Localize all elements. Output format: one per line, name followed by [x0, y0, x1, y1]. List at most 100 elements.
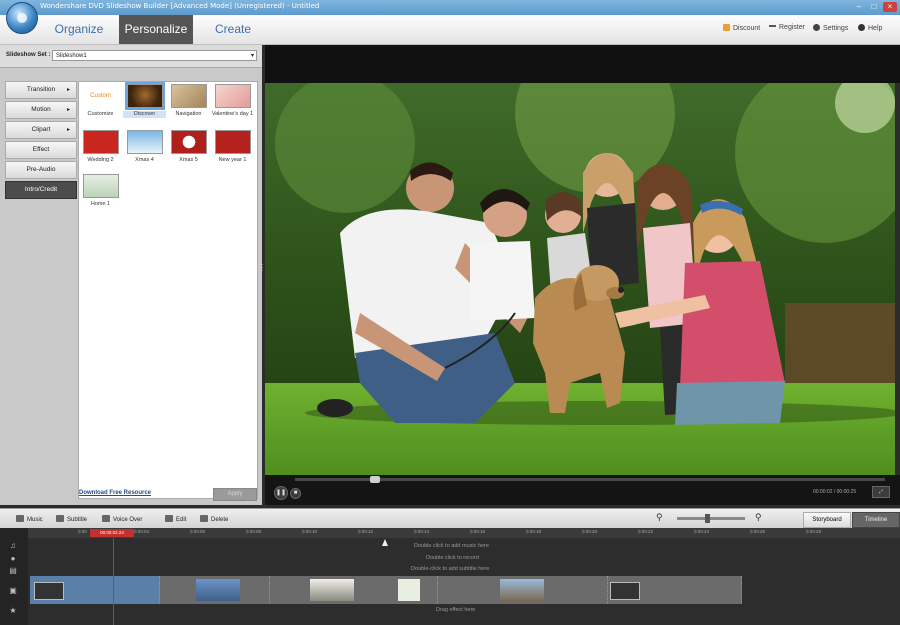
ruler-tick: 0:00:08 [246, 529, 262, 534]
template-wedding-2[interactable]: Wedding 2 [79, 130, 122, 164]
delete-label: Delete [211, 517, 229, 523]
track-gutter: ♫ ● ▤ ▣ ★ [0, 528, 29, 625]
timeline-view-button[interactable]: Timeline [852, 512, 900, 528]
voice-over-button[interactable]: Voice Over [102, 515, 142, 523]
minimize-button[interactable]: – [852, 2, 866, 12]
category-effect[interactable]: Effect [5, 141, 77, 159]
template-customize-image: Custom [90, 93, 111, 99]
category-label: Transition [26, 86, 56, 93]
zoom-out-icon[interactable]: ⚲ [656, 512, 663, 523]
chevron-right-icon: ▸ [66, 87, 70, 93]
category-transition[interactable]: Transition ▸ [5, 81, 77, 99]
category-motion[interactable]: Motion ▸ [5, 101, 77, 119]
template-image [124, 82, 165, 110]
record-track-icon: ● [10, 554, 16, 563]
fullscreen-button[interactable]: ⤢ [872, 486, 890, 498]
category-clipart[interactable]: Clipart ▸ [5, 121, 77, 139]
help-link[interactable]: Help [858, 24, 882, 32]
photo-clip[interactable] [270, 576, 438, 604]
template-customize[interactable]: Custom Customize [79, 84, 122, 118]
category-label: Intro/Credit [24, 186, 58, 193]
pencil-icon [165, 515, 173, 522]
play-button[interactable]: ❚❚ [274, 486, 288, 500]
tab-organize[interactable]: Organize [42, 15, 116, 44]
discount-link[interactable]: Discount [723, 24, 760, 32]
gear-icon [813, 24, 820, 31]
register-link[interactable]: Register [769, 24, 805, 31]
ruler-tick: 0:00:18 [526, 529, 542, 534]
template-navigation[interactable]: Navigation [167, 84, 210, 118]
ruler-tick: 0:00:10 [302, 529, 318, 534]
photo-clip[interactable] [438, 576, 608, 604]
music-track-icon: ♫ [10, 541, 16, 550]
template-xmas-5[interactable]: Xmas 5 [167, 130, 210, 164]
close-button[interactable]: × [883, 2, 897, 12]
app-window: Wondershare DVD Slideshow Builder [Advan… [0, 0, 900, 625]
effect-track-hint[interactable]: Drag effect here [436, 607, 475, 613]
stop-button[interactable]: ■ [290, 488, 301, 499]
record-track-hint[interactable]: Double click to record [426, 555, 479, 561]
photo-clip[interactable] [160, 576, 270, 604]
category-intro-credit[interactable]: Intro/Credit [5, 181, 77, 199]
subtitle-track-hint[interactable]: Double-click to add subtitle here [411, 566, 489, 572]
ruler-tick: 0:00:04 [134, 529, 150, 534]
video-preview [265, 83, 895, 475]
tab-create[interactable]: Create [196, 15, 270, 44]
music-track-hint[interactable]: Double click to add music here [414, 543, 489, 549]
subtitle-label: Subtitle [67, 517, 88, 523]
playhead-line[interactable] [113, 538, 114, 625]
category-pre-audio[interactable]: Pre-Audio [5, 161, 77, 179]
template-valentines-day-1[interactable]: Valentine's day 1 [211, 84, 254, 118]
ruler-tick: 0:00:26 [750, 529, 766, 534]
preview-timecode: 00:00:02 / 00:00:25 [813, 489, 857, 495]
subtitle-button[interactable]: Subtitle [56, 515, 87, 523]
edit-button[interactable]: Edit [165, 515, 186, 523]
ruler-tick: 0:00:22 [638, 529, 654, 534]
subtitle-icon [56, 515, 64, 522]
chevron-right-icon: ▸ [66, 107, 70, 113]
help-icon [858, 24, 865, 31]
download-resource-link[interactable]: Download Free Resource [79, 490, 151, 496]
seek-knob[interactable] [370, 476, 381, 483]
subtitle-track-icon: ▤ [9, 566, 17, 575]
music-button[interactable]: Music [16, 515, 43, 523]
edit-label: Edit [176, 517, 187, 523]
intro-clip[interactable] [30, 576, 160, 604]
settings-link[interactable]: Settings [813, 24, 848, 32]
ruler-tick: 0:00:06 [190, 529, 206, 534]
timeline-ruler[interactable]: 0:00 0:00:04 0:00:06 0:00:08 0:00:10 0:0… [28, 528, 900, 538]
settings-label: Settings [823, 25, 849, 32]
template-new-year-1[interactable]: New year 1 [211, 130, 254, 164]
template-xmas-4[interactable]: Xmas 4 [123, 130, 166, 164]
template-image [82, 130, 119, 154]
template-home-1[interactable]: Home 1 [79, 174, 122, 208]
credit-clip[interactable] [608, 576, 742, 604]
zoom-slider-knob[interactable] [705, 514, 711, 523]
seek-bar[interactable] [295, 476, 885, 483]
app-logo-icon [6, 2, 38, 34]
template-caption: Xmas 4 [135, 157, 154, 163]
apply-button[interactable]: Apply [213, 488, 257, 501]
zoom-in-icon[interactable]: ⚲ [755, 512, 762, 523]
help-label: Help [868, 25, 883, 32]
category-list: Transition ▸ Motion ▸ Clipart ▸ Effect Pre-… [5, 81, 77, 201]
maximize-button[interactable]: □ [867, 2, 881, 12]
delete-button[interactable]: Delete [200, 515, 228, 523]
slideshow-set-select[interactable]: Slideshow1 ▾ [52, 50, 257, 61]
template-caption: Customize [87, 111, 114, 117]
template-discover[interactable]: Discover [123, 82, 166, 118]
effect-track-icon: ★ [9, 606, 17, 615]
zoom-slider[interactable] [677, 514, 745, 523]
slideshow-set-value: Slideshow1 [56, 53, 87, 59]
ruler-tick: 0:00:24 [694, 529, 710, 534]
discount-label: Discount [733, 25, 761, 32]
panel-splitter[interactable]: ⋮ [258, 264, 266, 276]
photo-track [30, 576, 742, 604]
category-label: Motion [31, 106, 51, 113]
playhead-time[interactable]: 00:00:02.24 [90, 529, 134, 537]
ruler-tick: 0:00 [78, 529, 87, 534]
personalize-panel: Slideshow Set : Slideshow1 ▾ Transition ▸… [0, 45, 262, 505]
storyboard-view-button[interactable]: Storyboard [803, 512, 851, 528]
tab-personalize[interactable]: Personalize [119, 15, 193, 44]
ruler-tick: 0:00:20 [582, 529, 598, 534]
